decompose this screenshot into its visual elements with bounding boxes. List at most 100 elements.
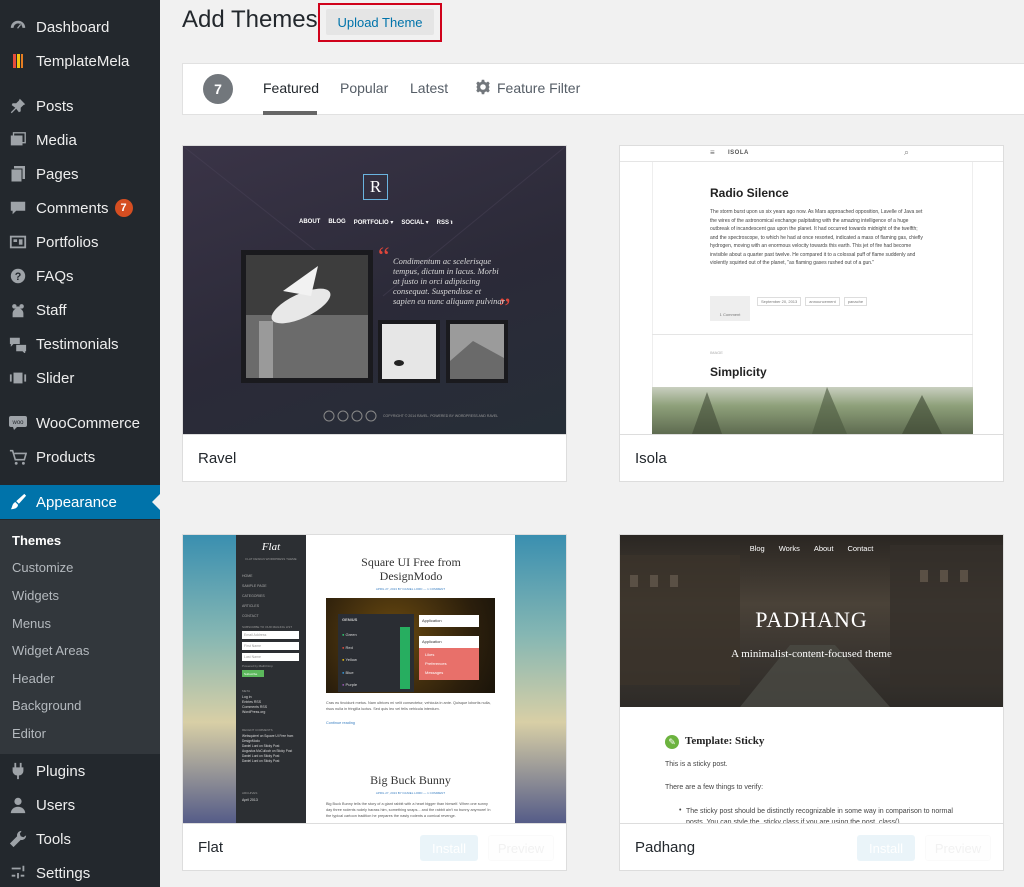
install-button[interactable]: Install	[420, 835, 478, 861]
flat-nav-item: CATEGORIES	[242, 594, 265, 598]
menu-label: TemplateMela	[36, 52, 130, 70]
flat-post-excerpt: Cras eu tincidunt metus. Nam ultrices mi…	[326, 701, 491, 711]
menu-label: Pages	[36, 165, 79, 183]
menu-settings[interactable]: Settings	[0, 856, 160, 887]
submenu-themes[interactable]: Themes	[12, 533, 61, 548]
isola-meta-tag: panache	[843, 297, 868, 306]
flat-post-title: Square UI Free from DesignModo	[361, 555, 461, 583]
gear-icon[interactable]	[475, 79, 491, 100]
flat-widget-menu-item: Messages	[425, 670, 444, 675]
theme-card-ravel[interactable]: “ ” R ABOUT BLOG PORTFOLIO ▾ SOCIAL ▾ RS…	[182, 145, 567, 482]
padhang-tagline: A minimalist-content-focused theme	[731, 648, 892, 660]
testimonial-icon	[0, 335, 36, 353]
menu-label: FAQs	[36, 267, 74, 285]
theme-card-flat[interactable]: Flat FLAT DESIGN WORDPRESS THEME HOME SA…	[182, 534, 567, 871]
menu-label: Comments	[36, 199, 109, 217]
comment-count-badge: 7	[114, 199, 133, 217]
flat-post2-title: Big Buck Bunny	[370, 773, 451, 787]
theme-card-padhang[interactable]: Blog Works About Contact PADHANG A minim…	[619, 534, 1004, 871]
feature-filter-link[interactable]: Feature Filter	[497, 80, 580, 96]
menu-media[interactable]: Media	[0, 123, 160, 157]
flat-archives-heading: ARCHIVES	[242, 791, 258, 795]
menu-label: Testimonials	[36, 335, 119, 353]
flat-post-image: GENIUS ● Green ● Red ● Yellow ● Blue ● P…	[326, 598, 495, 693]
theme-name: Isola	[620, 434, 1003, 481]
ravel-nav: ABOUT BLOG PORTFOLIO ▾ SOCIAL ▾ RSS ℩	[299, 219, 453, 226]
menu-woocommerce[interactable]: woo WooCommerce	[0, 406, 160, 440]
flat-logo: Flat	[261, 541, 281, 553]
menu-comments[interactable]: Comments 7	[0, 191, 160, 225]
menu-staff[interactable]: Staff	[0, 293, 160, 327]
flat-first-name-field: First Name	[242, 642, 299, 650]
submenu-widgets[interactable]: Widgets	[12, 588, 59, 603]
menu-separator	[0, 83, 160, 84]
theme-count: 7	[203, 74, 233, 104]
active-tab-indicator	[263, 111, 317, 115]
submenu-header[interactable]: Header	[12, 671, 55, 686]
theme-card-isola[interactable]: ≡ ISOLA ⌕ Radio Silence The storm burst …	[619, 145, 1004, 482]
menu-label: Dashboard	[36, 18, 110, 36]
menu-appearance[interactable]: Appearance	[0, 485, 160, 519]
svg-text:“: “	[378, 242, 390, 271]
theme-screenshot: Flat FLAT DESIGN WORDPRESS THEME HOME SA…	[183, 535, 566, 823]
submenu-customize[interactable]: Customize	[12, 560, 73, 575]
admin-sidebar: Dashboard TemplateMela Posts Media Pages…	[0, 0, 160, 887]
install-button[interactable]: Install	[857, 835, 915, 861]
tab-latest[interactable]: Latest	[410, 80, 448, 96]
isola-comments: 1 Comment	[710, 296, 750, 321]
wrench-icon	[0, 830, 36, 848]
menu-plugins[interactable]: Plugins	[0, 754, 160, 788]
flat-post-meta: APRIL 27, 2013 BY DANIEL LORD — 1 COMMEN…	[375, 587, 446, 591]
preview-button[interactable]: Preview	[488, 835, 554, 861]
menu-posts[interactable]: Posts	[0, 89, 160, 123]
menu-dashboard[interactable]: Dashboard	[0, 10, 160, 44]
menu-pages[interactable]: Pages	[0, 157, 160, 191]
submenu-menus[interactable]: Menus	[12, 616, 51, 631]
submenu-background[interactable]: Background	[12, 698, 81, 713]
menu-portfolios[interactable]: Portfolios	[0, 225, 160, 259]
ravel-logo: R	[363, 174, 388, 200]
menu-faqs[interactable]: ? FAQs	[0, 259, 160, 293]
padhang-paragraph: This is a sticky post.	[665, 761, 728, 768]
menu-products[interactable]: Products	[0, 440, 160, 474]
menu-label: Staff	[36, 301, 67, 319]
flat-powered: Powered by MailChimp	[242, 664, 273, 668]
submenu-widget-areas[interactable]: Widget Areas	[12, 643, 89, 658]
flat-recent-heading: RECENT COMMENTS	[242, 728, 273, 732]
tab-popular[interactable]: Popular	[340, 80, 388, 96]
flat-widget-item: ● Blue	[342, 669, 354, 675]
padhang-list-item: The sticky post should be distinctly rec…	[686, 808, 953, 823]
isola-brand: ISOLA	[728, 150, 749, 156]
menu-tools[interactable]: Tools	[0, 822, 160, 856]
settings-icon	[0, 864, 36, 882]
ravel-nav-item: SOCIAL ▾	[401, 220, 429, 226]
flat-nav-item: SAMPLE PAGE	[242, 584, 267, 588]
menu-testimonials[interactable]: Testimonials	[0, 327, 160, 361]
menu-templatemela[interactable]: TemplateMela	[0, 44, 160, 78]
menu-label: Products	[36, 448, 96, 466]
flat-widget-item: ● Yellow	[342, 657, 357, 662]
theme-screenshot: Blog Works About Contact PADHANG A minim…	[620, 535, 1003, 823]
flat-post2-excerpt: Big Buck Bunny tells the story of a gian…	[326, 802, 491, 818]
cart-icon	[0, 448, 36, 466]
flat-nav: HOME SAMPLE PAGE CATEGORIES ARTICLES CON…	[242, 571, 267, 621]
upload-theme-button[interactable]: Upload Theme	[326, 9, 434, 35]
ravel-nav-item: PORTFOLIO ▾	[353, 220, 394, 226]
flat-last-name-field: Last Name	[242, 653, 299, 661]
search-icon: ⌕	[904, 147, 910, 157]
padhang-post-title: Template: Sticky	[685, 735, 765, 747]
flat-subscribe-button: Subscribe	[242, 670, 264, 677]
menu-label: Users	[36, 796, 76, 814]
isola-tree-art	[692, 387, 942, 434]
isola-post-title: Radio Silence	[710, 186, 789, 200]
flat-content: Square UI Free from DesignModo APRIL 27,…	[306, 535, 515, 823]
pages-icon	[0, 165, 36, 183]
tab-featured[interactable]: Featured	[263, 80, 319, 96]
isola-post-body: The storm burst upon us six years ago no…	[710, 209, 923, 266]
submenu-editor[interactable]: Editor	[12, 726, 46, 741]
menu-users[interactable]: Users	[0, 788, 160, 822]
menu-slider[interactable]: Slider	[0, 361, 160, 395]
isola-meta: September 20, 2013 announcement panache	[757, 297, 868, 306]
flat-sidebar: Flat FLAT DESIGN WORDPRESS THEME HOME SA…	[236, 535, 306, 823]
preview-button[interactable]: Preview	[925, 835, 991, 861]
